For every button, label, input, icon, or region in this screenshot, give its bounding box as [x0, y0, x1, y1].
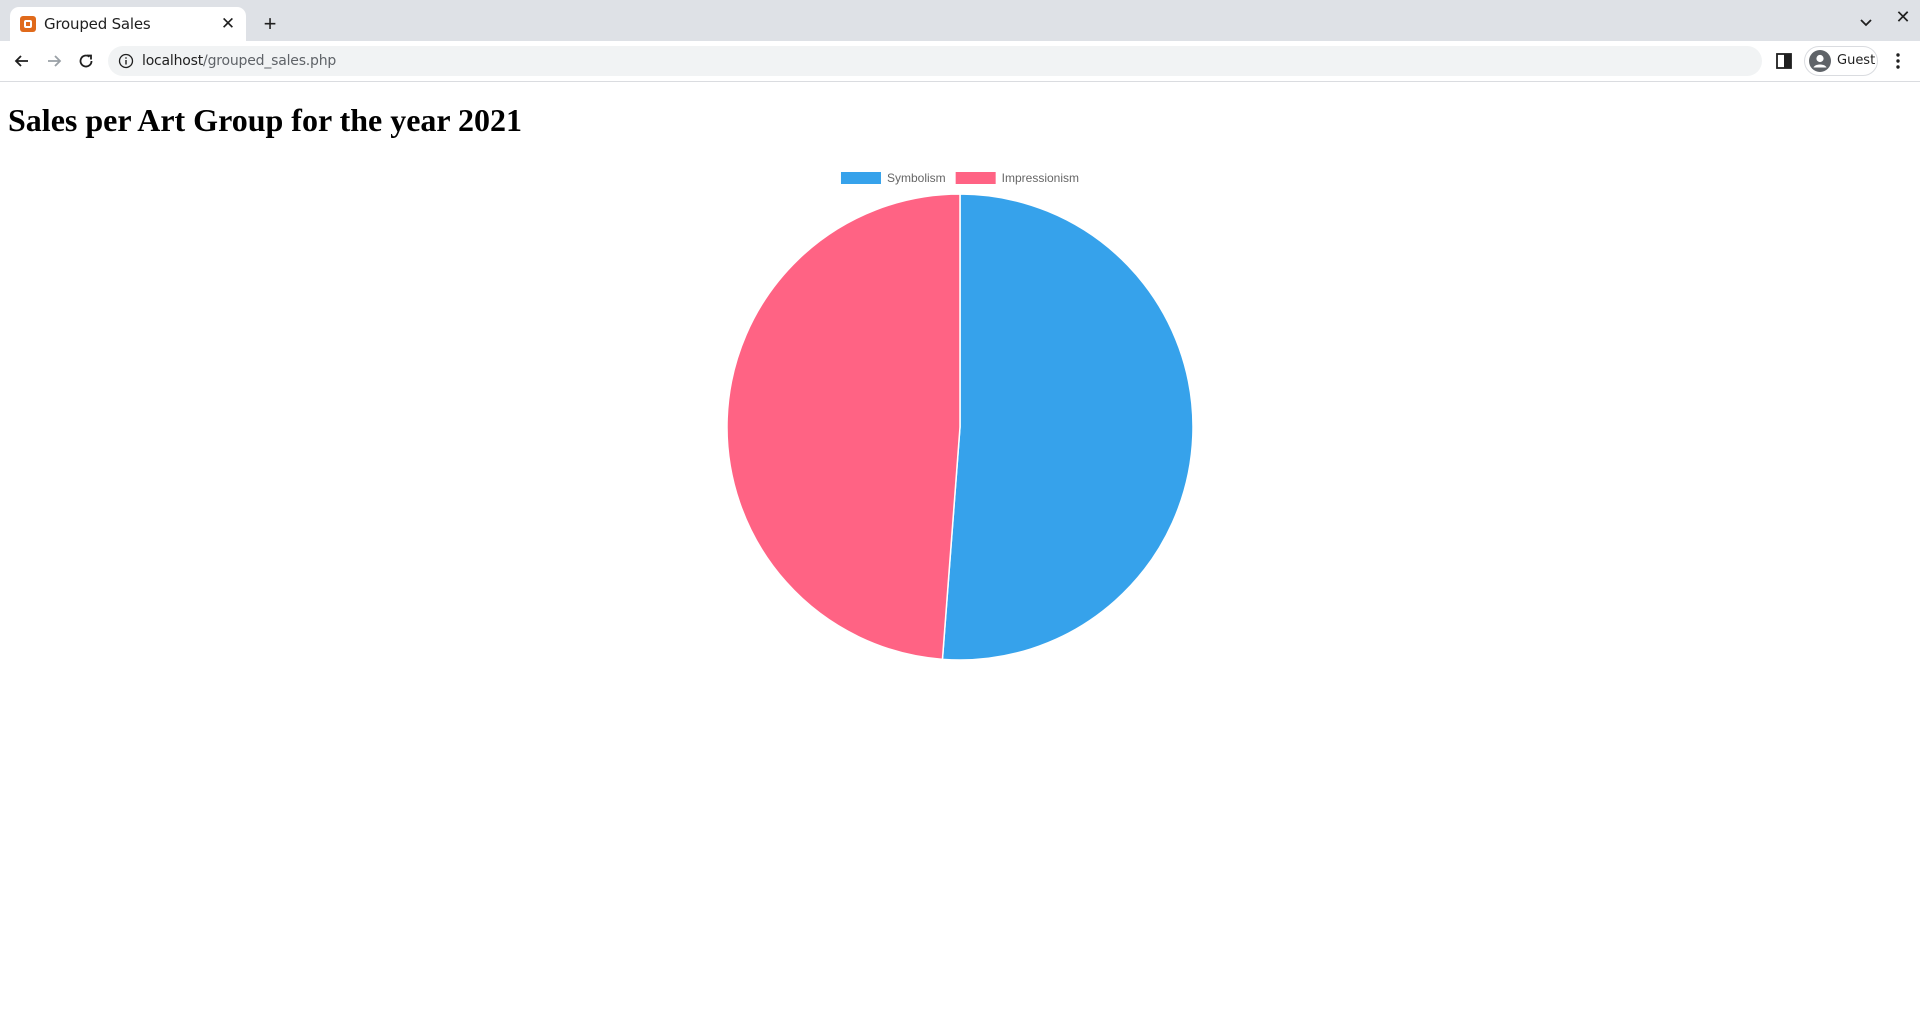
- url-host: localhost: [142, 53, 204, 69]
- active-tab[interactable]: Grouped Sales ✕: [10, 7, 246, 41]
- legend-swatch-impressionism: [955, 172, 996, 184]
- xampp-favicon-icon: [20, 16, 36, 32]
- pie-slice-impressionism[interactable]: [726, 193, 961, 661]
- legend-swatch-symbolism: [840, 172, 881, 184]
- profile-button[interactable]: Guest: [1804, 46, 1878, 76]
- avatar-icon: [1809, 50, 1831, 72]
- legend-item-symbolism[interactable]: Symbolism: [840, 171, 946, 185]
- reload-icon: [79, 54, 93, 68]
- pie-slices: [726, 193, 1194, 661]
- tab-title: Grouped Sales: [44, 15, 151, 33]
- pie-slice-symbolism[interactable]: [941, 193, 1194, 661]
- profile-label: Guest: [1837, 53, 1876, 68]
- window-close-button[interactable]: ✕: [1892, 6, 1914, 28]
- legend-item-impressionism[interactable]: Impressionism: [955, 171, 1079, 185]
- back-arrow-icon: [14, 55, 28, 67]
- url-text: localhost/grouped_sales.php: [142, 53, 336, 69]
- tab-search-chevron-icon[interactable]: [1856, 12, 1876, 32]
- page-title: Sales per Art Group for the year 2021: [8, 102, 523, 138]
- forward-arrow-icon: [48, 55, 62, 67]
- browser-toolbar: localhost/grouped_sales.php Guest: [0, 41, 1920, 82]
- address-bar[interactable]: localhost/grouped_sales.php: [108, 46, 1762, 76]
- pie-chart[interactable]: Symbolism Impressionism: [0, 160, 1920, 680]
- legend-label-impressionism: Impressionism: [1002, 171, 1079, 185]
- back-button[interactable]: [10, 49, 34, 73]
- forward-button[interactable]: [42, 49, 66, 73]
- legend-label-symbolism: Symbolism: [887, 171, 946, 185]
- side-panel-icon[interactable]: [1775, 52, 1793, 70]
- url-path: /grouped_sales.php: [203, 53, 337, 69]
- kebab-menu-icon[interactable]: [1888, 51, 1908, 71]
- tab-strip: Grouped Sales ✕ + ✕: [0, 0, 1920, 41]
- tab-close-icon[interactable]: ✕: [218, 14, 238, 34]
- new-tab-button[interactable]: +: [258, 12, 282, 36]
- reload-button[interactable]: [74, 49, 98, 73]
- chart-legend: Symbolism Impressionism: [840, 171, 1079, 185]
- site-info-icon[interactable]: [118, 53, 134, 69]
